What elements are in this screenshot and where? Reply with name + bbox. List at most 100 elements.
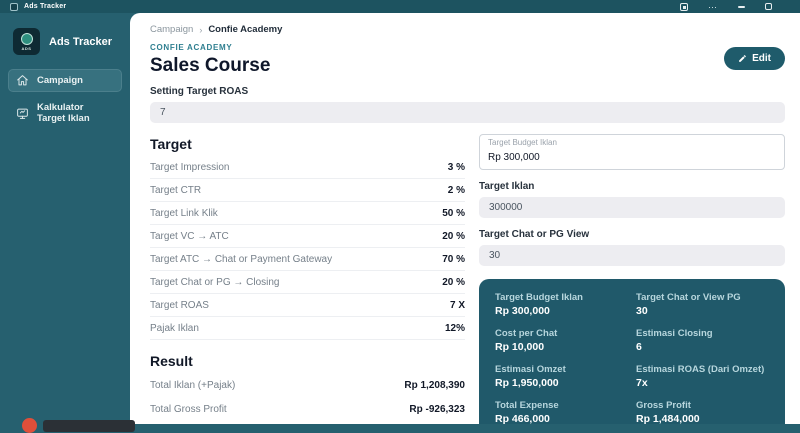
result-row: Total Iklan (+Pajak) Rp 1,208,390	[150, 373, 465, 397]
target-row-label: Pajak Iklan	[150, 323, 199, 334]
minimize-icon[interactable]	[738, 2, 745, 12]
summary-cell-value: 30	[636, 305, 769, 317]
sidebar-item-kalkulator-target-iklan[interactable]: Kalkulator Target Iklan	[8, 97, 122, 129]
target-row-value: 3 %	[448, 162, 465, 173]
summary-cell-label: Total Expense	[495, 400, 628, 411]
window-controls: ⋯	[680, 2, 772, 12]
page-header: CONFIE ACADEMY Sales Course Edit	[150, 43, 785, 77]
target-row-value: 50 %	[442, 208, 465, 219]
summary-cell-label: Cost per Chat	[495, 328, 628, 339]
target-row: Pajak Iklan 12%	[150, 317, 465, 340]
breadcrumb-current: Confie Academy	[208, 24, 282, 35]
budget-input-label: Target Budget Iklan	[488, 138, 776, 147]
result-row-value: Rp -926,323	[409, 404, 465, 415]
brand-row: ADS Ads Tracker	[0, 13, 130, 69]
summary-cell: Estimasi ROAS (Dari Omzet) 7x	[636, 364, 769, 389]
target-row: Target ATC → Chat or Payment Gateway 70 …	[150, 248, 465, 271]
roas-setting-input[interactable]	[150, 102, 785, 123]
brand-name: Ads Tracker	[49, 36, 112, 48]
summary-cell: Total Expense Rp 466,000	[495, 400, 628, 424]
target-iklan-input[interactable]	[479, 197, 785, 218]
campaign-category-label: CONFIE ACADEMY	[150, 43, 270, 52]
target-row-label: Target VC → ATC	[150, 231, 229, 242]
summary-card: Target Budget Iklan Rp 300,000 Target Ch…	[479, 279, 785, 424]
sidebar-item-label: Campaign	[37, 75, 83, 86]
target-row-label: Target ROAS	[150, 300, 209, 311]
sidebar-item-campaign[interactable]: Campaign	[8, 69, 122, 92]
home-icon	[16, 74, 29, 87]
result-row-label: Total Iklan (+Pajak)	[150, 380, 235, 391]
target-row-label: Target ATC → Chat or Payment Gateway	[150, 254, 332, 265]
target-chat-input[interactable]	[479, 245, 785, 266]
budget-input-group: Target Budget Iklan	[479, 134, 785, 170]
more-options-icon[interactable]: ⋯	[708, 2, 718, 12]
summary-cell-value: Rp 10,000	[495, 341, 628, 353]
budget-input[interactable]	[488, 152, 776, 163]
target-chat-label: Target Chat or PG View	[479, 229, 785, 240]
calculator-icon	[16, 107, 29, 120]
target-heading: Target	[150, 136, 465, 152]
maximize-icon[interactable]	[765, 2, 772, 12]
screen-capture-icon[interactable]	[680, 2, 688, 12]
target-row: Target Impression 3 %	[150, 156, 465, 179]
result-rows: Total Iklan (+Pajak) Rp 1,208,390 Total …	[150, 373, 465, 421]
summary-cell-value: Rp 1,950,000	[495, 377, 628, 389]
target-row-label: Target Chat or PG → Closing	[150, 277, 280, 288]
main-panel: Campaign › Confie Academy CONFIE ACADEMY…	[130, 13, 800, 424]
sidebar-nav: Campaign Kalkulator Target Iklan	[0, 69, 130, 129]
summary-cell-value: Rp 1,484,000	[636, 413, 769, 424]
target-row-value: 70 %	[442, 254, 465, 265]
watermark-strip	[43, 420, 135, 432]
summary-cell-value: Rp 466,000	[495, 413, 628, 424]
logo-circle-icon	[21, 33, 33, 45]
summary-cell: Target Chat or View PG 30	[636, 292, 769, 317]
edit-button-label: Edit	[752, 53, 771, 64]
target-rows: Target Impression 3 % Target CTR 2 % Tar…	[150, 156, 465, 340]
page-title: Sales Course	[150, 55, 270, 77]
app-icon	[10, 3, 18, 11]
summary-cell-value: 6	[636, 341, 769, 353]
result-row: Total Gross Profit Rp -926,323	[150, 397, 465, 421]
result-heading: Result	[150, 353, 465, 369]
summary-cell-label: Estimasi ROAS (Dari Omzet)	[636, 364, 769, 375]
titlebar: Ads Tracker ⋯	[0, 0, 800, 13]
target-row-value: 2 %	[448, 185, 465, 196]
summary-cell: Estimasi Omzet Rp 1,950,000	[495, 364, 628, 389]
summary-cell-label: Estimasi Closing	[636, 328, 769, 339]
chevron-right-icon: ›	[199, 25, 202, 35]
recording-watermark	[22, 418, 135, 433]
edit-button[interactable]: Edit	[724, 47, 785, 70]
target-row: Target VC → ATC 20 %	[150, 225, 465, 248]
sidebar: ADS Ads Tracker Campaign Kalkulator Targ…	[0, 13, 130, 424]
window-title: Ads Tracker	[24, 3, 66, 10]
record-dot-icon	[22, 418, 37, 433]
summary-cell-value: Rp 300,000	[495, 305, 628, 317]
summary-cell: Estimasi Closing 6	[636, 328, 769, 353]
summary-cell-label: Target Budget Iklan	[495, 292, 628, 303]
target-row-value: 20 %	[442, 277, 465, 288]
target-row-value: 7 X	[450, 300, 465, 311]
target-column: Target Target Impression 3 % Target CTR …	[150, 130, 465, 424]
logo-text: ADS	[22, 46, 32, 51]
target-row: Target Link Klik 50 %	[150, 202, 465, 225]
target-row-value: 20 %	[442, 231, 465, 242]
summary-cell: Target Budget Iklan Rp 300,000	[495, 292, 628, 317]
breadcrumb-parent[interactable]: Campaign	[150, 24, 193, 35]
target-row: Target Chat or PG → Closing 20 %	[150, 271, 465, 294]
target-row-label: Target CTR	[150, 185, 201, 196]
summary-cell: Cost per Chat Rp 10,000	[495, 328, 628, 353]
target-iklan-label: Target Iklan	[479, 181, 785, 192]
calculator-column: Target Budget Iklan Target Iklan Target …	[479, 130, 785, 424]
summary-cell-label: Target Chat or View PG	[636, 292, 769, 303]
target-row-value: 12%	[445, 323, 465, 334]
target-row-label: Target Impression	[150, 162, 229, 173]
result-row-label: Total Gross Profit	[150, 404, 227, 415]
target-row: Target CTR 2 %	[150, 179, 465, 202]
target-row: Target ROAS 7 X	[150, 294, 465, 317]
summary-cell-label: Gross Profit	[636, 400, 769, 411]
summary-cell-value: 7x	[636, 377, 769, 389]
pencil-icon	[738, 54, 747, 63]
target-row-label: Target Link Klik	[150, 208, 218, 219]
breadcrumb: Campaign › Confie Academy	[150, 24, 785, 35]
sidebar-item-label: Kalkulator Target Iklan	[37, 102, 114, 124]
